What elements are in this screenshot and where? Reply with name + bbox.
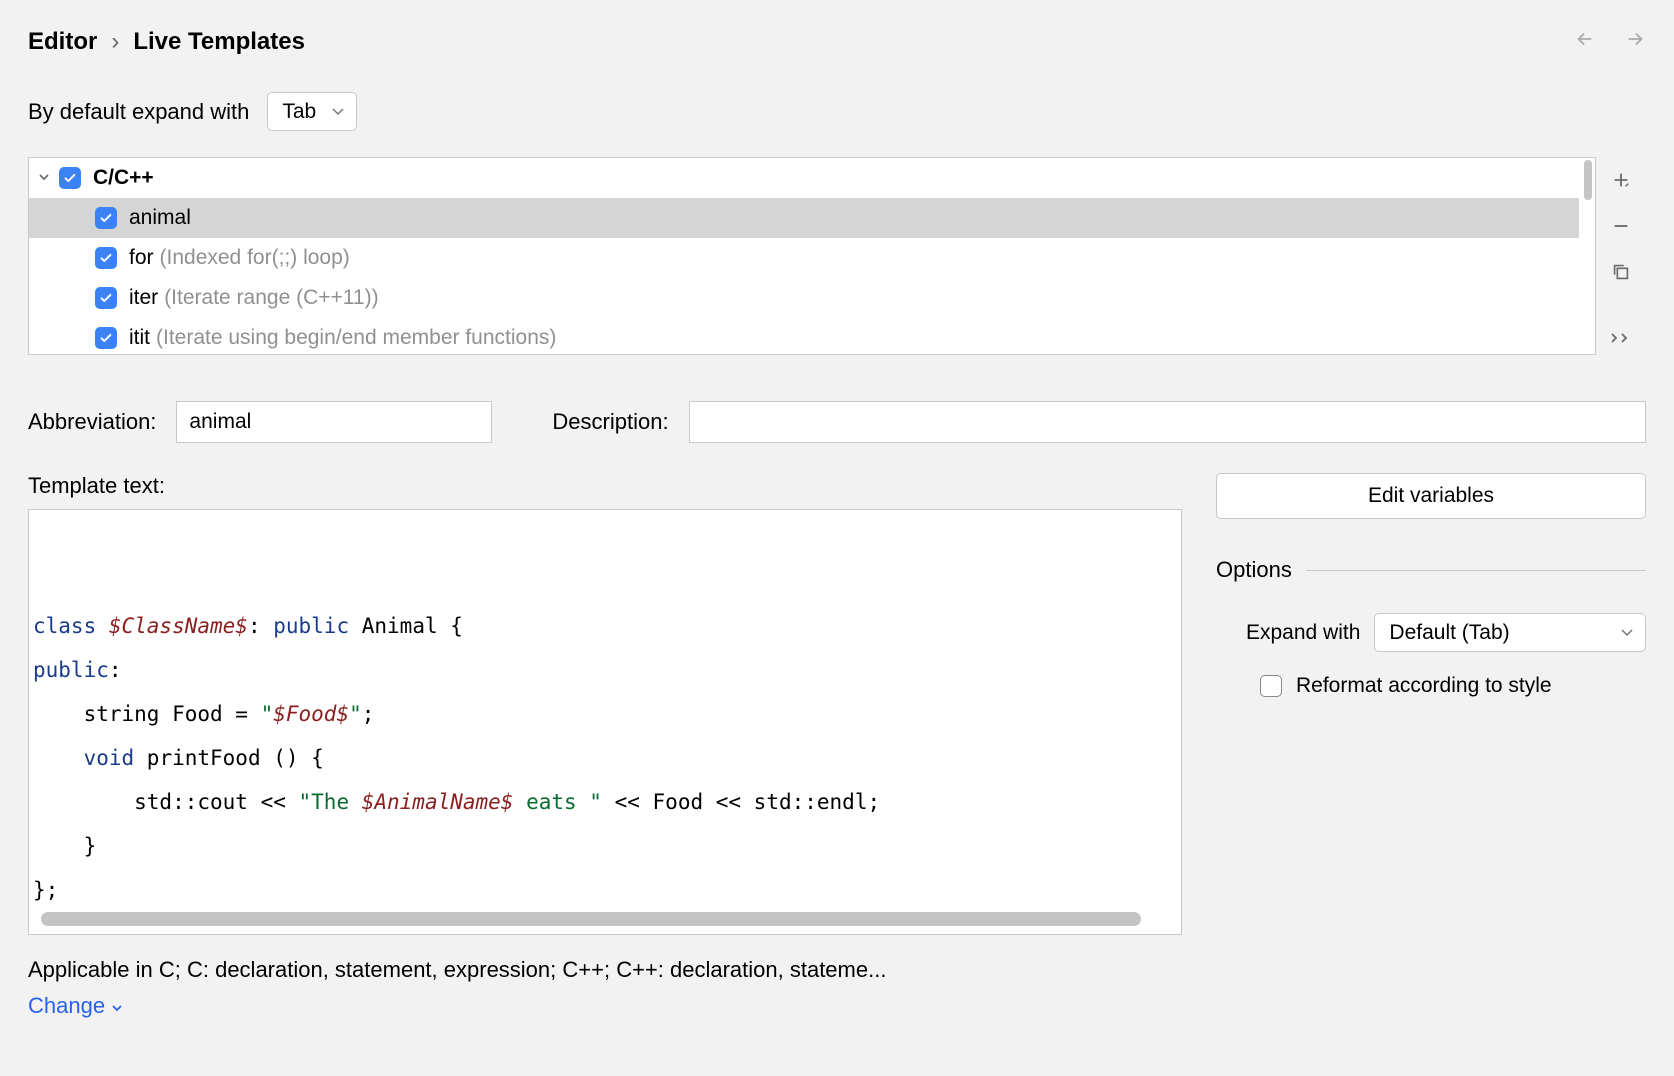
tree-item-desc: (Iterate range (C++11))	[164, 286, 378, 310]
template-text-editor[interactable]: class $ClassName$: public Animal {public…	[28, 509, 1182, 935]
add-template-button[interactable]	[1596, 157, 1646, 203]
breadcrumb-parent[interactable]: Editor	[28, 28, 97, 56]
tree-item-abbr: animal	[129, 206, 191, 230]
chevron-right-icon: ›	[111, 28, 119, 56]
tree-item[interactable]: iter(Iterate range (C++11))	[29, 278, 1595, 318]
group-checkbox[interactable]	[59, 167, 81, 189]
editor-horizontal-scrollbar[interactable]	[41, 912, 1141, 926]
tree-item-abbr: for	[129, 246, 154, 270]
tree-item-desc: (Indexed for(;;) loop)	[160, 246, 350, 270]
tree-item-abbr: iter	[129, 286, 158, 310]
template-text-label: Template text:	[28, 473, 1182, 499]
expand-default-label: By default expand with	[28, 99, 249, 125]
tree-group-label: C/C++	[93, 166, 154, 190]
chevron-down-icon	[111, 993, 123, 1019]
item-checkbox[interactable]	[95, 247, 117, 269]
tree-item-desc: (Iterate using begin/end member function…	[156, 326, 556, 350]
reformat-checkbox[interactable]	[1260, 675, 1282, 697]
tree-toolbar	[1596, 157, 1646, 355]
item-checkbox[interactable]	[95, 287, 117, 309]
reformat-label: Reformat according to style	[1296, 674, 1552, 698]
tree-item-abbr: itit	[129, 326, 150, 350]
applicable-contexts-text: Applicable in C; C: declaration, stateme…	[28, 957, 1182, 983]
tree-item[interactable]: for(Indexed for(;;) loop)	[29, 238, 1595, 278]
nav-back-icon[interactable]	[1574, 28, 1596, 50]
abbreviation-input[interactable]	[176, 401, 492, 443]
abbreviation-label: Abbreviation:	[28, 409, 156, 435]
nav-forward-icon[interactable]	[1624, 28, 1646, 50]
options-divider	[1306, 570, 1646, 571]
breadcrumb-current: Live Templates	[133, 28, 305, 56]
tree-group-row[interactable]: C/C++	[29, 158, 1595, 198]
change-context-link[interactable]: Change	[28, 993, 1182, 1019]
description-label: Description:	[552, 409, 668, 435]
options-header-label: Options	[1216, 557, 1292, 583]
expand-default-select[interactable]: Tab	[267, 92, 357, 131]
expand-with-select[interactable]: Default (Tab)	[1374, 613, 1646, 652]
template-tree[interactable]: C/C++ animalfor(Indexed for(;;) loop)ite…	[28, 157, 1596, 355]
item-checkbox[interactable]	[95, 207, 117, 229]
description-input[interactable]	[689, 401, 1646, 443]
chevron-down-icon[interactable]	[37, 166, 59, 190]
breadcrumb: Editor › Live Templates	[28, 28, 1646, 56]
edit-variables-button[interactable]: Edit variables	[1216, 473, 1646, 519]
item-checkbox[interactable]	[95, 327, 117, 349]
expand-toolbar-icon[interactable]	[1610, 328, 1632, 349]
change-context-label: Change	[28, 993, 105, 1019]
duplicate-template-button[interactable]	[1596, 249, 1646, 295]
tree-item[interactable]: animal	[29, 198, 1595, 238]
tree-scrollbar[interactable]	[1579, 158, 1595, 354]
tree-item[interactable]: itit (Iterate using begin/end member func…	[29, 318, 1595, 355]
expand-with-label: Expand with	[1246, 621, 1360, 645]
remove-template-button[interactable]	[1596, 203, 1646, 249]
